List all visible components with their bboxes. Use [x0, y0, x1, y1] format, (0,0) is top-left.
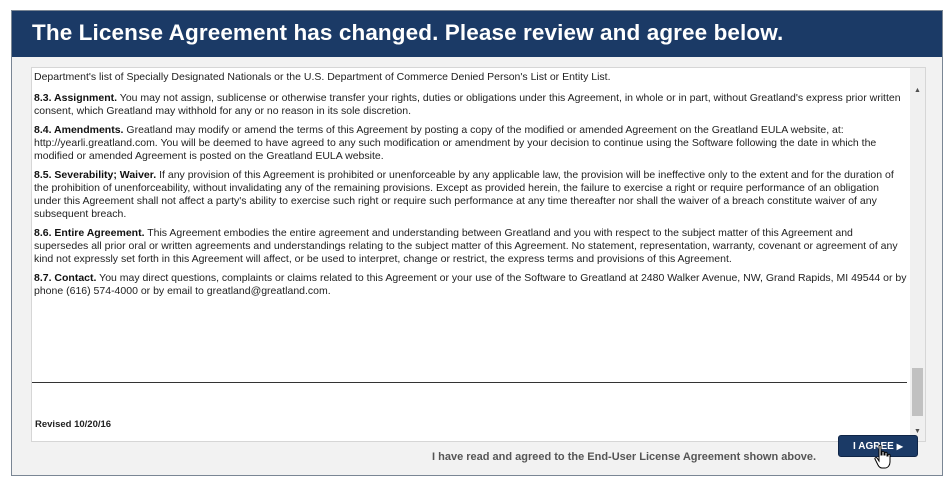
agreement-statement: I have read and agreed to the End-User L…: [432, 451, 817, 463]
play-arrow-icon: ▶: [896, 441, 903, 451]
agreement-scroll-pane[interactable]: Department's list of Specially Designate…: [31, 67, 926, 442]
section-entire-agreement: 8.6. Entire Agreement. This Agreement em…: [34, 227, 908, 266]
agreement-divider: [32, 382, 907, 383]
dialog-title: The License Agreement has changed. Pleas…: [32, 20, 784, 45]
agreement-lead-line: Department's list of Specially Designate…: [34, 71, 611, 83]
section-heading: 8.5. Severability; Waiver.: [34, 169, 157, 181]
section-amendments: 8.4. Amendments. Greatland may modify or…: [34, 124, 908, 163]
scrollbar-thumb[interactable]: [912, 368, 923, 416]
section-severability-waiver: 8.5. Severability; Waiver. If any provis…: [34, 169, 908, 221]
hand-pointer-icon: [874, 444, 891, 469]
revised-date: Revised 10/20/16: [35, 419, 112, 430]
section-assignment: 8.3. Assignment. You may not assign, sub…: [34, 92, 908, 118]
section-body: Greatland may modify or amend the terms …: [34, 124, 877, 162]
section-body: This Agreement embodies the entire agree…: [34, 227, 898, 265]
section-body: If any provision of this Agreement is pr…: [34, 169, 894, 220]
section-heading: 8.7. Contact.: [34, 272, 97, 284]
vertical-scrollbar[interactable]: ▲ ▼: [910, 68, 925, 441]
section-contact: 8.7. Contact. You may direct questions, …: [34, 272, 908, 298]
dialog-header: The License Agreement has changed. Pleas…: [12, 11, 942, 57]
section-body: You may direct questions, complaints or …: [34, 272, 907, 297]
section-body: You may not assign, sublicense or otherw…: [34, 92, 901, 117]
scroll-up-arrow-icon[interactable]: ▲: [910, 84, 925, 98]
section-heading: 8.3. Assignment.: [34, 92, 118, 104]
license-dialog: The License Agreement has changed. Pleas…: [11, 10, 943, 476]
section-heading: 8.6. Entire Agreement.: [34, 227, 145, 239]
section-heading: 8.4. Amendments.: [34, 124, 124, 136]
agreement-text: Department's list of Specially Designate…: [34, 71, 908, 304]
